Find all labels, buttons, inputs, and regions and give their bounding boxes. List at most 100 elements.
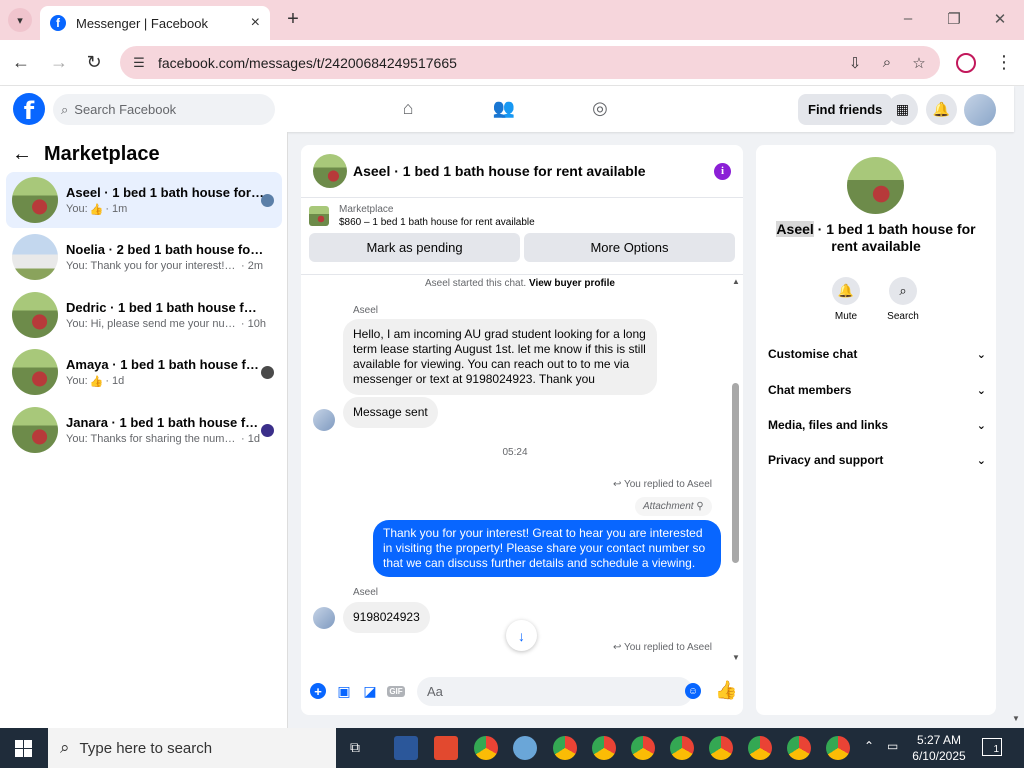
attach-photo-icon[interactable]: ▣ (333, 680, 355, 702)
chrome-app-icon[interactable] (474, 736, 498, 760)
customise-chat-row[interactable]: Customise chat ⌄ (768, 342, 986, 366)
taskbar-clock[interactable]: 5:27 AM 6/10/2025 (912, 732, 966, 764)
message-thread[interactable]: Aseel started this chat. View buyer prof… (301, 274, 743, 666)
tab-search-icon[interactable]: ▾ (8, 8, 32, 32)
notifications-bell-icon[interactable]: 🔔 (926, 94, 957, 125)
chat-panel: Aseel · 1 bed 1 bath house for rent avai… (301, 145, 743, 715)
chrome-profile-app-icon[interactable] (631, 736, 655, 760)
row-label: Privacy and support (768, 453, 884, 467)
scrollbar-thumb[interactable] (732, 383, 739, 563)
scroll-to-bottom-icon[interactable]: ↓ (506, 620, 537, 651)
info-listing-thumbnail[interactable] (847, 157, 904, 214)
menu-grid-icon[interactable]: ▦ (887, 94, 918, 125)
restore-icon[interactable]: ❐ (944, 10, 964, 28)
reply-indicator: ↩ You replied to Aseel (613, 479, 712, 490)
chrome-profile-app-icon[interactable] (787, 736, 811, 760)
network-icon[interactable]: ▭ (887, 739, 898, 753)
tray-chevron-up-icon[interactable]: ⌃ (864, 739, 874, 753)
mute-button[interactable]: 🔔 Mute (821, 277, 871, 322)
row-label: Media, files and links (768, 418, 889, 432)
listing-thumbnail (12, 177, 58, 223)
scroll-down-arrow-icon[interactable]: ▼ (732, 653, 740, 662)
groups-icon[interactable]: ◎ (587, 98, 613, 119)
close-tab-icon[interactable]: × (251, 14, 260, 32)
site-settings-icon[interactable]: ☰ (130, 54, 148, 72)
chat-members-row[interactable]: Chat members ⌄ (768, 378, 986, 402)
sender-avatar[interactable] (313, 409, 335, 431)
incoming-message[interactable]: Hello, I am incoming AU grad student loo… (343, 319, 657, 395)
info-icon[interactable]: i (714, 162, 731, 180)
install-app-icon[interactable]: ⇩ (844, 52, 866, 74)
chrome-profile-app-icon[interactable] (709, 736, 733, 760)
info-title-rest: · 1 bed 1 bath house for rent available (813, 221, 976, 254)
account-avatar[interactable] (964, 94, 996, 126)
listing-detail[interactable]: $860 – 1 bed 1 bath house for rent avail… (339, 217, 535, 228)
conversation-item-amaya[interactable]: Amaya · 1 bed 1 bath house for rent avai… (6, 344, 282, 400)
minimize-icon[interactable]: – (898, 10, 918, 27)
chrome-profile-icon[interactable] (956, 53, 976, 73)
chat-title[interactable]: Aseel · 1 bed 1 bath house for rent avai… (353, 163, 714, 179)
listing-thumbnail (12, 349, 58, 395)
attachment-reference[interactable]: Attachment ⚲ (635, 497, 712, 516)
conversation-time: · 2m (241, 260, 263, 272)
taskbar-search[interactable]: ⌕ Type here to search (48, 728, 336, 768)
search-button[interactable]: ⌕ Search (878, 277, 928, 322)
forward-icon[interactable]: → (48, 52, 70, 73)
incoming-message[interactable]: 9198024923 (343, 602, 430, 633)
back-icon[interactable]: ← (10, 52, 32, 73)
incoming-message[interactable]: Message sent (343, 397, 438, 428)
send-like-icon[interactable]: 👍 (715, 680, 737, 701)
sticker-icon[interactable]: ◪ (359, 680, 381, 702)
close-window-icon[interactable]: ✕ (990, 10, 1010, 28)
back-arrow-icon[interactable]: ← (12, 143, 36, 166)
new-tab-icon[interactable]: + (282, 8, 304, 31)
reload-icon[interactable]: ↻ (83, 52, 105, 73)
anydesk-app-icon[interactable] (434, 736, 458, 760)
word-app-icon[interactable] (394, 736, 418, 760)
paint-app-icon[interactable] (513, 736, 537, 760)
facebook-search-input[interactable] (74, 102, 255, 117)
chrome-profile-app-icon[interactable] (748, 736, 772, 760)
bookmark-star-icon[interactable]: ☆ (908, 52, 930, 74)
home-icon[interactable]: ⌂ (395, 98, 421, 119)
chrome-profile-app-icon[interactable] (553, 736, 577, 760)
media-files-links-row[interactable]: Media, files and links ⌄ (768, 413, 986, 437)
sender-avatar[interactable] (313, 607, 335, 629)
conversation-item-noelia[interactable]: Noelia · 2 bed 1 bath house for rent ava… (6, 229, 282, 285)
scroll-up-arrow-icon[interactable]: ▲ (732, 277, 740, 286)
gif-icon[interactable]: GIF (385, 680, 407, 702)
notification-center-icon[interactable]: 1 (982, 738, 1002, 756)
conversation-prefix: You: (66, 202, 88, 215)
emoji-icon[interactable]: ☺ (685, 683, 701, 699)
zoom-icon[interactable]: ⌕ (876, 52, 898, 74)
more-options-button[interactable]: More Options (524, 233, 735, 262)
facebook-logo-icon[interactable]: f (13, 93, 45, 125)
outgoing-message[interactable]: Thank you for your interest! Great to he… (373, 520, 721, 577)
chrome-menu-icon[interactable]: ⋮ (995, 52, 1013, 73)
find-friends-button[interactable]: Find friends (798, 94, 893, 125)
conversation-item-dedric[interactable]: Dedric · 1 bed 1 bath house for rent ava… (6, 287, 282, 343)
more-actions-plus-icon[interactable]: + (307, 680, 329, 702)
windows-start-icon[interactable] (15, 740, 32, 757)
page-scroll-down-arrow-icon[interactable]: ▼ (1012, 714, 1020, 723)
chrome-profile-app-icon[interactable] (670, 736, 694, 760)
tab-title: Messenger | Facebook (76, 15, 208, 31)
url-text[interactable]: facebook.com/messages/t/2420068424951766… (158, 55, 844, 71)
facebook-search[interactable]: ⌕ (53, 94, 275, 125)
chat-listing-thumbnail[interactable] (313, 154, 347, 188)
facebook-favicon-icon: f (50, 15, 66, 31)
task-view-icon[interactable]: ⧉ (350, 739, 360, 756)
omnibox[interactable]: ☰ facebook.com/messages/t/24200684249517… (120, 46, 940, 79)
privacy-support-row[interactable]: Privacy and support ⌄ (768, 448, 986, 472)
conversation-item-janara[interactable]: Janara · 1 bed 1 bath house for rent ava… (6, 402, 282, 458)
mark-as-pending-button[interactable]: Mark as pending (309, 233, 520, 262)
conversation-item-aseel[interactable]: Aseel · 1 bed 1 bath house for rent avai… (6, 172, 282, 228)
conversation-time: · 1d (105, 374, 125, 387)
chrome-profile-app-icon[interactable] (826, 736, 850, 760)
chrome-profile-app-icon[interactable] (592, 736, 616, 760)
thread-scrollbar[interactable]: ▲ ▼ (730, 275, 742, 666)
browser-tab[interactable]: f Messenger | Facebook × (40, 6, 270, 40)
message-input[interactable] (417, 676, 693, 706)
view-buyer-profile-link[interactable]: View buyer profile (529, 278, 615, 289)
friends-icon[interactable]: 👥 (491, 98, 517, 119)
